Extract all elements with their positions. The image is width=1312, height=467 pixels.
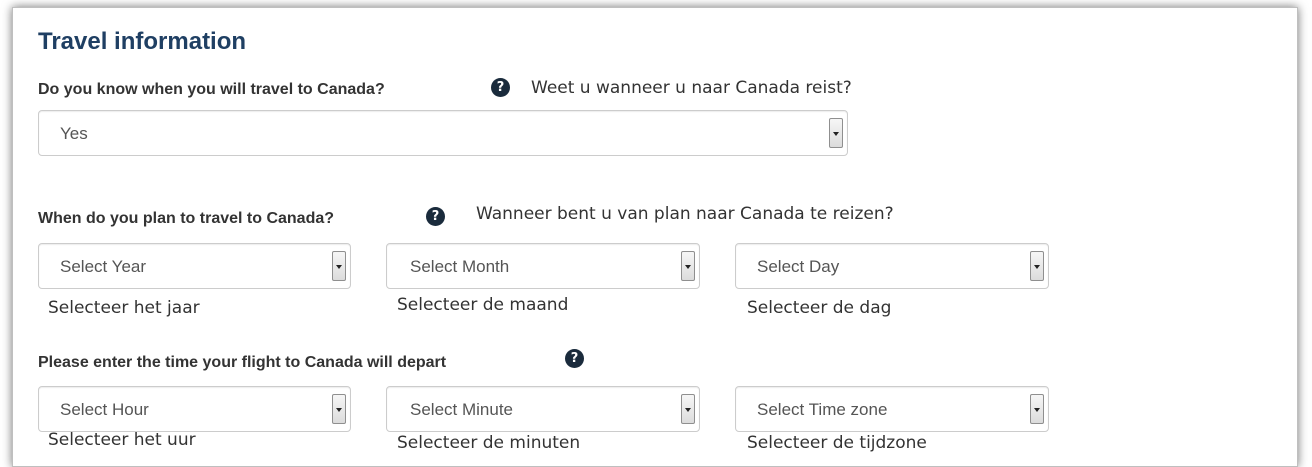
departure-time-label: Please enter the time your flight to Can… bbox=[38, 354, 447, 371]
travel-date-label: When do you plan to travel to Canada? bbox=[38, 210, 335, 227]
minute-translation: Selecteer de minuten bbox=[397, 433, 581, 453]
timezone-value: Select Time zone bbox=[757, 400, 888, 419]
chevron-down-icon[interactable] bbox=[1030, 394, 1044, 424]
travel-date-translation: Wanneer bent u van plan naar Canada te r… bbox=[476, 204, 894, 224]
know-travel-date-label: Do you know when you will travel to Cana… bbox=[38, 81, 385, 98]
chevron-down-icon[interactable] bbox=[332, 251, 346, 281]
question-circle-icon[interactable]: ? bbox=[491, 78, 510, 97]
month-select[interactable]: Select Month bbox=[386, 243, 700, 289]
day-value: Select Day bbox=[757, 257, 840, 276]
month-translation: Selecteer de maand bbox=[397, 295, 569, 315]
know-travel-date-select[interactable]: Yes bbox=[38, 110, 848, 156]
timezone-select[interactable]: Select Time zone bbox=[735, 386, 1049, 432]
know-travel-date-value: Yes bbox=[60, 124, 88, 143]
hour-translation: Selecteer het uur bbox=[48, 430, 196, 450]
hour-value: Select Hour bbox=[60, 400, 149, 419]
question-circle-icon[interactable]: ? bbox=[565, 349, 584, 368]
month-value: Select Month bbox=[410, 257, 510, 276]
hour-select[interactable]: Select Hour bbox=[38, 386, 351, 432]
year-select[interactable]: Select Year bbox=[38, 243, 351, 289]
chevron-down-icon[interactable] bbox=[681, 394, 695, 424]
section-title: Travel information bbox=[38, 28, 247, 55]
day-translation: Selecteer de dag bbox=[747, 298, 892, 318]
chevron-down-icon[interactable] bbox=[681, 251, 695, 281]
minute-select[interactable]: Select Minute bbox=[386, 386, 700, 432]
year-translation: Selecteer het jaar bbox=[48, 298, 200, 318]
chevron-down-icon[interactable] bbox=[829, 118, 843, 148]
question-circle-icon[interactable]: ? bbox=[426, 207, 445, 226]
minute-value: Select Minute bbox=[410, 400, 513, 419]
timezone-translation: Selecteer de tijdzone bbox=[747, 433, 927, 453]
year-value: Select Year bbox=[60, 257, 147, 276]
chevron-down-icon[interactable] bbox=[1030, 251, 1044, 281]
day-select[interactable]: Select Day bbox=[735, 243, 1049, 289]
chevron-down-icon[interactable] bbox=[332, 394, 346, 424]
know-travel-date-translation: Weet u wanneer u naar Canada reist? bbox=[531, 78, 852, 98]
